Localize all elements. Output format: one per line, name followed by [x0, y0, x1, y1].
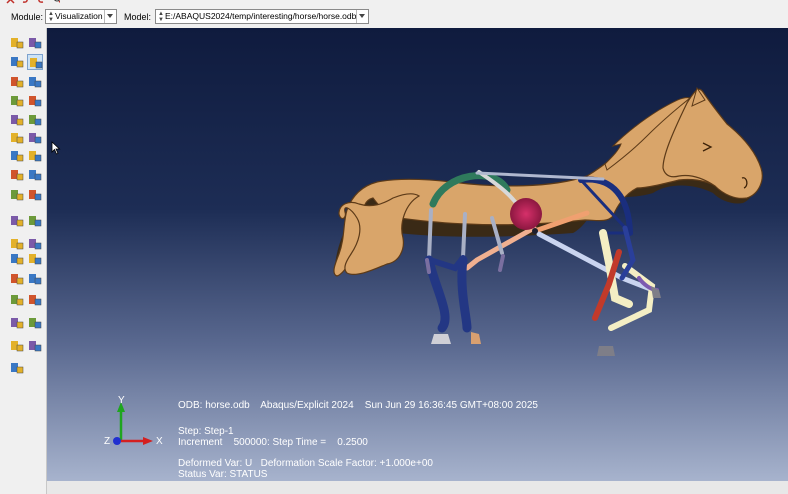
model-label: Model: — [124, 12, 152, 22]
stream-icon[interactable] — [27, 251, 43, 267]
chevron-down-icon[interactable] — [104, 10, 116, 23]
view-cut-manager-icon[interactable] — [27, 292, 43, 308]
visualization-toolbox — [0, 28, 47, 494]
plot-xy-curve-icon[interactable] — [27, 236, 43, 252]
create-path-icon[interactable] — [9, 236, 25, 252]
redo-icon[interactable] — [36, 0, 45, 4]
zoom-icon[interactable] — [51, 0, 60, 4]
module-select-value: Visualization — [55, 11, 103, 21]
module-label: Module: — [11, 12, 44, 22]
plot-deformed-shape-icon[interactable] — [27, 35, 43, 51]
symbol-options-icon[interactable] — [27, 93, 43, 109]
z-axis-dot — [113, 437, 121, 445]
create-part-icon[interactable] — [6, 0, 15, 4]
odb-display-options-icon[interactable] — [9, 315, 25, 331]
viewport[interactable]: Y Z X ODB: horse.odb Abaqus/Explicit 202… — [47, 28, 788, 481]
light-blue-link — [536, 231, 656, 293]
mouse-cursor-icon — [51, 141, 61, 157]
common-options-icon[interactable] — [9, 74, 25, 90]
triad-x-label: X — [156, 436, 163, 447]
report-field-output-icon[interactable] — [9, 213, 25, 229]
bottom-strip — [47, 481, 788, 494]
animate-harmonic-icon[interactable] — [9, 167, 25, 183]
module-select[interactable]: ▲ ▼ Visualization — [45, 9, 117, 24]
ply-stack-plot-icon[interactable] — [9, 360, 25, 376]
model-select-value: E:/ABAQUS2024/temp/interesting/horse/hor… — [165, 11, 357, 21]
deformed-var-line: Deformed Var: U Deformation Scale Factor… — [178, 458, 433, 469]
top-toolbar: Module: ▲ ▼ Visualization Model: ▲ ▼ E:/AB… — [0, 0, 788, 28]
step-info-line: Step: Step-1 — [178, 426, 234, 437]
triad-z-label: Z — [104, 436, 110, 447]
undo-icon[interactable] — [21, 0, 30, 4]
crank-pivot — [532, 228, 538, 234]
chevron-down-icon[interactable] — [356, 10, 368, 23]
plot-contours-icon[interactable] — [9, 54, 25, 70]
orientation-options-icon[interactable] — [27, 112, 43, 128]
plot-symbols-icon[interactable] — [9, 93, 25, 109]
superimpose-options-icon[interactable] — [27, 74, 43, 90]
crank-hub — [510, 198, 542, 230]
overlay-plot-icon[interactable] — [27, 130, 43, 146]
animate-scale-factor-icon[interactable] — [9, 148, 25, 164]
contour-options-icon[interactable] — [27, 54, 43, 70]
triad-y-label: Y — [118, 396, 125, 406]
plot-material-orientations-icon[interactable] — [9, 112, 25, 128]
free-body-cut-icon[interactable] — [9, 251, 25, 267]
create-display-group-icon[interactable] — [9, 271, 25, 287]
animate-time-history-icon[interactable] — [27, 148, 43, 164]
animation-options-icon[interactable] — [27, 167, 43, 183]
x-arrowhead — [143, 437, 153, 445]
xy-data-manager-icon[interactable] — [27, 187, 43, 203]
rear-hoof-left — [431, 334, 451, 344]
front-hoof-left — [597, 346, 615, 356]
plot-undeformed-shape-icon[interactable] — [9, 35, 25, 51]
query-information-icon[interactable] — [27, 213, 43, 229]
increment-info-line: Increment 500000: Step Time = 0.2500 — [178, 437, 368, 448]
spin-arrows-icon: ▲ ▼ — [48, 11, 54, 23]
display-group-manager-icon[interactable] — [27, 271, 43, 287]
odb-info-line: ODB: horse.odb Abaqus/Explicit 2024 Sun … — [178, 400, 538, 411]
create-xy-data-icon[interactable] — [9, 187, 25, 203]
view-cut-icon[interactable] — [9, 292, 25, 308]
rear-blue-leg — [424, 255, 472, 333]
rear-hoof-right — [471, 332, 481, 344]
result-options-icon[interactable] — [27, 338, 43, 354]
allow-multiple-plot-states-icon[interactable] — [9, 130, 25, 146]
field-output-icon[interactable] — [9, 338, 25, 354]
status-var-line: Status Var: STATUS — [178, 469, 268, 480]
select-frame-icon[interactable] — [27, 315, 43, 331]
spin-arrows-icon: ▲ ▼ — [158, 11, 164, 23]
model-select[interactable]: ▲ ▼ E:/ABAQUS2024/temp/interesting/horse/… — [155, 9, 369, 24]
